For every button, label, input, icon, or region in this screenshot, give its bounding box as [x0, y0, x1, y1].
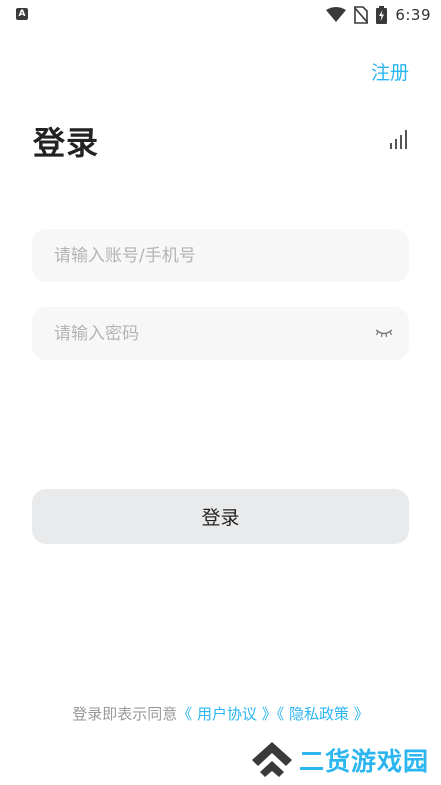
no-sim-icon — [354, 6, 369, 24]
watermark-text: 二货游戏园 — [299, 747, 430, 776]
watermark: 二货游戏园 — [250, 740, 429, 780]
eye-closed-icon[interactable] — [375, 326, 393, 340]
account-input[interactable] — [54, 229, 354, 282]
user-agreement-link[interactable]: 《 用户协议 》 — [177, 705, 277, 723]
battery-charging-icon — [376, 6, 388, 24]
status-bar-right: 6:39 — [326, 4, 431, 26]
status-time: 6:39 — [395, 6, 431, 24]
site-logo-icon — [252, 742, 292, 777]
wifi-icon — [326, 7, 347, 22]
login-button[interactable]: 登录 — [32, 489, 409, 544]
account-field[interactable] — [32, 229, 409, 282]
page-title: 登录 — [33, 124, 100, 162]
agreement-text: 登录即表示同意《 用户协议 》《 隐私政策 》 — [0, 703, 441, 724]
password-field[interactable] — [32, 307, 409, 360]
signal-bars-icon — [390, 130, 407, 149]
register-link[interactable]: 注册 — [371, 58, 409, 85]
password-input[interactable] — [54, 307, 354, 360]
agreement-prefix: 登录即表示同意 — [72, 705, 178, 723]
notification-app-icon: A — [16, 8, 28, 20]
status-bar: A 6:39 — [0, 0, 441, 30]
privacy-policy-link[interactable]: 《 隐私政策 》 — [277, 705, 369, 723]
